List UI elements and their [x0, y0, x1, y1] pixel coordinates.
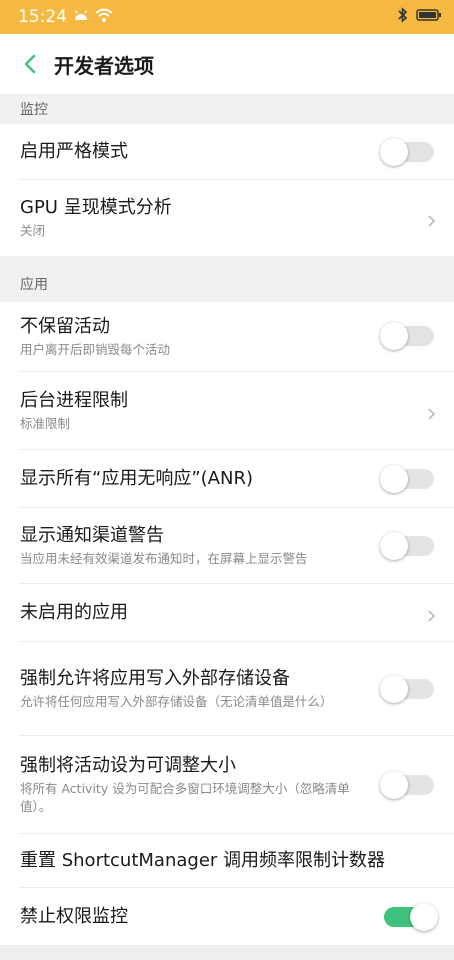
row-title: 强制将活动设为可调整大小	[20, 755, 236, 776]
force-resizable-toggle[interactable]	[380, 771, 434, 799]
chevron-left-icon[interactable]	[20, 54, 40, 74]
row-gpu-profiling[interactable]: GPU 呈现模式分析 关闭	[0, 180, 454, 256]
row-force-resizable[interactable]: 强制将活动设为可调整大小 将所有 Activity 设为可配合多窗口环境调整大小…	[0, 736, 454, 834]
row-title: 显示所有“应用无响应”(ANR)	[20, 468, 253, 489]
row-subtitle: 标准限制	[20, 416, 71, 431]
row-subtitle: 用户离开后即销毁每个活动	[20, 342, 171, 357]
status-time: 15:24	[18, 7, 67, 27]
row-dont-keep-activities[interactable]: 不保留活动 用户离开后即销毁每个活动	[0, 302, 454, 372]
chevron-right-icon	[426, 405, 436, 420]
row-subtitle: 关闭	[20, 223, 46, 238]
section-label: 应用	[20, 277, 48, 293]
row-subtitle: 将所有 Activity 设为可配合多窗口环境调整大小（忽略清单值）。	[20, 781, 350, 814]
show-all-anr-toggle[interactable]	[380, 465, 434, 493]
bluetooth-icon	[398, 6, 408, 28]
row-force-external-storage[interactable]: 强制允许将应用写入外部存储设备 允许将任何应用写入外部存储设备（无论清单值是什么…	[0, 642, 454, 736]
row-title: 未启用的应用	[20, 602, 128, 623]
row-title: 重置 ShortcutManager 调用频率限制计数器	[20, 850, 386, 871]
toggle-knob	[380, 675, 408, 703]
row-channel-warnings[interactable]: 显示通知渠道警告 当应用未经有效渠道发布通知时，在屏幕上显示警告	[0, 508, 454, 584]
page-title: 开发者选项	[54, 53, 154, 78]
toggle-knob	[380, 138, 408, 166]
row-title: 显示通知渠道警告	[20, 525, 164, 546]
row-title: 启用严格模式	[20, 141, 128, 162]
section-header-monitoring: 监控	[0, 94, 454, 124]
row-background-process-limit[interactable]: 后台进程限制 标准限制	[0, 372, 454, 450]
status-bar: 15:24	[0, 0, 454, 34]
row-title: 强制允许将应用写入外部存储设备	[20, 668, 290, 689]
disable-permission-monitoring-toggle[interactable]	[384, 903, 438, 931]
app-bar: 开发者选项	[0, 34, 454, 94]
section-header-apps: 应用	[0, 256, 454, 302]
row-title: GPU 呈现模式分析	[20, 197, 172, 218]
wifi-icon	[95, 7, 113, 27]
row-inactive-apps[interactable]: 未启用的应用	[0, 584, 454, 642]
row-title: 后台进程限制	[20, 390, 128, 411]
row-subtitle: 允许将任何应用写入外部存储设备（无论清单值是什么）	[20, 694, 333, 709]
toggle-knob	[380, 322, 408, 350]
channel-warnings-toggle[interactable]	[380, 532, 434, 560]
toggle-knob	[380, 532, 408, 560]
force-external-storage-toggle[interactable]	[380, 675, 434, 703]
row-reset-shortcut-manager[interactable]: 重置 ShortcutManager 调用频率限制计数器	[0, 834, 454, 888]
chevron-right-icon	[426, 212, 436, 227]
row-title: 禁止权限监控	[20, 905, 128, 927]
toggle-knob	[410, 903, 438, 931]
section-label: 监控	[20, 102, 48, 118]
android-notification-icon	[73, 7, 89, 27]
toggle-knob	[380, 465, 408, 493]
row-disable-permission-monitoring[interactable]: 禁止权限监控	[0, 888, 454, 945]
bottom-strip	[0, 945, 454, 960]
battery-icon	[416, 7, 442, 27]
strict-mode-toggle[interactable]	[380, 138, 434, 166]
row-subtitle: 当应用未经有效渠道发布通知时，在屏幕上显示警告	[20, 551, 308, 566]
dont-keep-activities-toggle[interactable]	[380, 322, 434, 350]
chevron-right-icon	[426, 607, 436, 622]
toggle-knob	[380, 771, 408, 799]
row-show-all-anr[interactable]: 显示所有“应用无响应”(ANR)	[0, 450, 454, 508]
row-strict-mode[interactable]: 启用严格模式	[0, 124, 454, 180]
row-title: 不保留活动	[20, 316, 110, 337]
